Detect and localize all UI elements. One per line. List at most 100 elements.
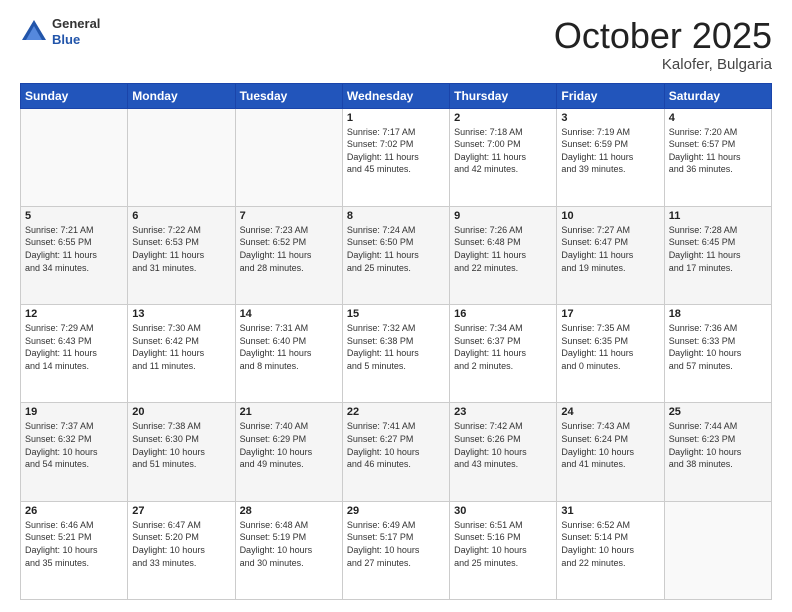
day-info: Sunrise: 6:51 AM Sunset: 5:16 PM Dayligh… bbox=[454, 519, 552, 569]
day-number: 5 bbox=[25, 210, 123, 222]
table-cell bbox=[235, 108, 342, 206]
logo-blue: Blue bbox=[52, 32, 100, 48]
table-cell: 9 Sunrise: 7:26 AM Sunset: 6:48 PM Daylig… bbox=[450, 206, 557, 304]
day-number: 2 bbox=[454, 112, 552, 124]
day-info: Sunrise: 7:22 AM Sunset: 6:53 PM Dayligh… bbox=[132, 224, 230, 274]
table-cell: 16 Sunrise: 7:34 AM Sunset: 6:37 PM Dayli… bbox=[450, 305, 557, 403]
day-number: 3 bbox=[561, 112, 659, 124]
day-info: Sunrise: 7:31 AM Sunset: 6:40 PM Dayligh… bbox=[240, 322, 338, 372]
day-number: 28 bbox=[240, 505, 338, 517]
logo-general: General bbox=[52, 16, 100, 32]
day-number: 30 bbox=[454, 505, 552, 517]
logo-text: General Blue bbox=[52, 16, 100, 47]
table-cell: 6Sunrise: 7:22 AM Sunset: 6:53 PM Daylig… bbox=[128, 206, 235, 304]
col-saturday: Saturday bbox=[664, 83, 771, 108]
table-cell: 1Sunrise: 7:17 AM Sunset: 7:02 PM Daylig… bbox=[342, 108, 449, 206]
day-info: Sunrise: 7:18 AM Sunset: 7:00 PM Dayligh… bbox=[454, 126, 552, 176]
day-number: 8 bbox=[347, 210, 445, 222]
day-info: Sunrise: 7:44 AM Sunset: 6:23 PM Dayligh… bbox=[669, 420, 767, 470]
day-info: Sunrise: 7:20 AM Sunset: 6:57 PM Dayligh… bbox=[669, 126, 767, 176]
day-info: Sunrise: 7:17 AM Sunset: 7:02 PM Dayligh… bbox=[347, 126, 445, 176]
day-info: Sunrise: 7:26 AM Sunset: 6:48 PM Dayligh… bbox=[454, 224, 552, 274]
table-cell: 22Sunrise: 7:41 AM Sunset: 6:27 PM Dayli… bbox=[342, 403, 449, 501]
day-number: 31 bbox=[561, 505, 659, 517]
col-sunday: Sunday bbox=[21, 83, 128, 108]
day-number: 15 bbox=[347, 308, 445, 320]
day-info: Sunrise: 7:32 AM Sunset: 6:38 PM Dayligh… bbox=[347, 322, 445, 372]
calendar-header-row: Sunday Monday Tuesday Wednesday Thursday… bbox=[21, 83, 772, 108]
table-cell bbox=[21, 108, 128, 206]
table-cell: 10 Sunrise: 7:27 AM Sunset: 6:47 PM Dayli… bbox=[557, 206, 664, 304]
table-cell: 15 Sunrise: 7:32 AM Sunset: 6:38 PM Dayli… bbox=[342, 305, 449, 403]
day-number: 19 bbox=[25, 406, 123, 418]
day-number: 20 bbox=[132, 406, 230, 418]
day-info: Sunrise: 6:46 AM Sunset: 5:21 PM Dayligh… bbox=[25, 519, 123, 569]
day-info: Sunrise: 7:24 AM Sunset: 6:50 PM Dayligh… bbox=[347, 224, 445, 274]
table-cell: 26 Sunrise: 6:46 AM Sunset: 5:21 PM Dayli… bbox=[21, 501, 128, 599]
col-wednesday: Wednesday bbox=[342, 83, 449, 108]
day-info: Sunrise: 7:43 AM Sunset: 6:24 PM Dayligh… bbox=[561, 420, 659, 470]
calendar-table: Sunday Monday Tuesday Wednesday Thursday… bbox=[20, 83, 772, 600]
table-cell: 20 Sunrise: 7:38 AM Sunset: 6:30 PM Dayli… bbox=[128, 403, 235, 501]
table-cell: 7 Sunrise: 7:23 AM Sunset: 6:52 PM Daylig… bbox=[235, 206, 342, 304]
table-cell: 28 Sunrise: 6:48 AM Sunset: 5:19 PM Dayli… bbox=[235, 501, 342, 599]
day-info: Sunrise: 7:36 AM Sunset: 6:33 PM Dayligh… bbox=[669, 322, 767, 372]
table-cell: 19Sunrise: 7:37 AM Sunset: 6:32 PM Dayli… bbox=[21, 403, 128, 501]
table-cell bbox=[128, 108, 235, 206]
day-number: 14 bbox=[240, 308, 338, 320]
day-info: Sunrise: 7:27 AM Sunset: 6:47 PM Dayligh… bbox=[561, 224, 659, 274]
day-number: 11 bbox=[669, 210, 767, 222]
day-number: 22 bbox=[347, 406, 445, 418]
day-info: Sunrise: 7:34 AM Sunset: 6:37 PM Dayligh… bbox=[454, 322, 552, 372]
day-number: 9 bbox=[454, 210, 552, 222]
table-cell bbox=[664, 501, 771, 599]
month-title: October 2025 bbox=[554, 16, 772, 56]
col-tuesday: Tuesday bbox=[235, 83, 342, 108]
table-cell: 13Sunrise: 7:30 AM Sunset: 6:42 PM Dayli… bbox=[128, 305, 235, 403]
table-cell: 8 Sunrise: 7:24 AM Sunset: 6:50 PM Daylig… bbox=[342, 206, 449, 304]
day-info: Sunrise: 6:47 AM Sunset: 5:20 PM Dayligh… bbox=[132, 519, 230, 569]
table-cell: 2 Sunrise: 7:18 AM Sunset: 7:00 PM Daylig… bbox=[450, 108, 557, 206]
day-info: Sunrise: 7:21 AM Sunset: 6:55 PM Dayligh… bbox=[25, 224, 123, 274]
logo: General Blue bbox=[20, 16, 100, 47]
header: General Blue October 2025 Kalofer, Bulga… bbox=[20, 16, 772, 73]
day-info: Sunrise: 6:48 AM Sunset: 5:19 PM Dayligh… bbox=[240, 519, 338, 569]
col-friday: Friday bbox=[557, 83, 664, 108]
col-thursday: Thursday bbox=[450, 83, 557, 108]
table-cell: 5 Sunrise: 7:21 AM Sunset: 6:55 PM Daylig… bbox=[21, 206, 128, 304]
day-number: 17 bbox=[561, 308, 659, 320]
table-cell: 18Sunrise: 7:36 AM Sunset: 6:33 PM Dayli… bbox=[664, 305, 771, 403]
table-cell: 21 Sunrise: 7:40 AM Sunset: 6:29 PM Dayli… bbox=[235, 403, 342, 501]
table-cell: 23 Sunrise: 7:42 AM Sunset: 6:26 PM Dayli… bbox=[450, 403, 557, 501]
day-number: 25 bbox=[669, 406, 767, 418]
week-row-1: 1Sunrise: 7:17 AM Sunset: 7:02 PM Daylig… bbox=[21, 108, 772, 206]
day-number: 23 bbox=[454, 406, 552, 418]
day-info: Sunrise: 7:38 AM Sunset: 6:30 PM Dayligh… bbox=[132, 420, 230, 470]
table-cell: 24Sunrise: 7:43 AM Sunset: 6:24 PM Dayli… bbox=[557, 403, 664, 501]
page: General Blue October 2025 Kalofer, Bulga… bbox=[0, 0, 792, 612]
week-row-3: 12Sunrise: 7:29 AM Sunset: 6:43 PM Dayli… bbox=[21, 305, 772, 403]
table-cell: 12Sunrise: 7:29 AM Sunset: 6:43 PM Dayli… bbox=[21, 305, 128, 403]
col-monday: Monday bbox=[128, 83, 235, 108]
day-info: Sunrise: 7:23 AM Sunset: 6:52 PM Dayligh… bbox=[240, 224, 338, 274]
week-row-2: 5 Sunrise: 7:21 AM Sunset: 6:55 PM Daylig… bbox=[21, 206, 772, 304]
day-number: 7 bbox=[240, 210, 338, 222]
day-info: Sunrise: 7:40 AM Sunset: 6:29 PM Dayligh… bbox=[240, 420, 338, 470]
day-info: Sunrise: 7:35 AM Sunset: 6:35 PM Dayligh… bbox=[561, 322, 659, 372]
day-number: 29 bbox=[347, 505, 445, 517]
table-cell: 31Sunrise: 6:52 AM Sunset: 5:14 PM Dayli… bbox=[557, 501, 664, 599]
table-cell: 17 Sunrise: 7:35 AM Sunset: 6:35 PM Dayli… bbox=[557, 305, 664, 403]
day-info: Sunrise: 7:29 AM Sunset: 6:43 PM Dayligh… bbox=[25, 322, 123, 372]
day-number: 16 bbox=[454, 308, 552, 320]
day-info: Sunrise: 7:42 AM Sunset: 6:26 PM Dayligh… bbox=[454, 420, 552, 470]
day-info: Sunrise: 6:49 AM Sunset: 5:17 PM Dayligh… bbox=[347, 519, 445, 569]
table-cell: 14 Sunrise: 7:31 AM Sunset: 6:40 PM Dayli… bbox=[235, 305, 342, 403]
day-number: 27 bbox=[132, 505, 230, 517]
day-number: 26 bbox=[25, 505, 123, 517]
title-block: October 2025 Kalofer, Bulgaria bbox=[554, 16, 772, 73]
table-cell: 11Sunrise: 7:28 AM Sunset: 6:45 PM Dayli… bbox=[664, 206, 771, 304]
day-number: 10 bbox=[561, 210, 659, 222]
day-number: 21 bbox=[240, 406, 338, 418]
location: Kalofer, Bulgaria bbox=[554, 56, 772, 73]
day-info: Sunrise: 7:19 AM Sunset: 6:59 PM Dayligh… bbox=[561, 126, 659, 176]
